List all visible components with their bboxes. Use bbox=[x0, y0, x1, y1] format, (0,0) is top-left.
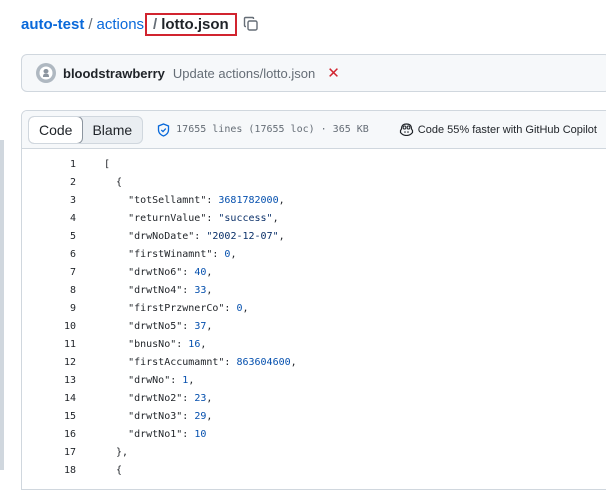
commit-message-link[interactable]: Update actions/lotto.json bbox=[173, 66, 315, 81]
code-content: 1[2 {3 "totSellamnt": 3681782000, 4 "retu… bbox=[22, 149, 606, 479]
copilot-promo-text: Code 55% faster with GitHub Copilot bbox=[417, 123, 597, 136]
code-line: 14 "drwtNo2": 23, bbox=[22, 389, 606, 407]
line-number[interactable]: 1 bbox=[22, 159, 76, 170]
commit-author-link[interactable]: bloodstrawberry bbox=[63, 66, 165, 81]
code-line: 9 "firstPrzwnerCo": 0, bbox=[22, 299, 606, 317]
tab-code[interactable]: Code bbox=[29, 116, 84, 143]
breadcrumb-separator: / bbox=[153, 15, 158, 33]
code-text: "firstWinamnt": 0, bbox=[104, 248, 237, 260]
line-number[interactable]: 13 bbox=[22, 375, 76, 386]
left-rail bbox=[0, 140, 4, 470]
line-number[interactable]: 7 bbox=[22, 267, 76, 278]
code-text: "totSellamnt": 3681782000, bbox=[104, 194, 285, 206]
line-number[interactable]: 16 bbox=[22, 429, 76, 440]
breadcrumb-separator: / bbox=[88, 15, 93, 33]
code-line: 6 "firstWinamnt": 0, bbox=[22, 245, 606, 263]
line-number[interactable]: 9 bbox=[22, 303, 76, 314]
code-blame-toggle: Code Blame bbox=[28, 115, 144, 144]
breadcrumb-file-name: lotto.json bbox=[161, 15, 229, 33]
code-line: 7 "drwtNo6": 40, bbox=[22, 263, 606, 281]
code-line: 16 "drwtNo1": 10 bbox=[22, 425, 606, 443]
github-avatar-icon[interactable] bbox=[36, 63, 56, 83]
line-number[interactable]: 12 bbox=[22, 357, 76, 368]
file-info: 17655 lines (17655 loc) · 365 KB bbox=[157, 122, 369, 137]
breadcrumb: auto-test / actions / lotto.json bbox=[21, 12, 260, 36]
line-number[interactable]: 6 bbox=[22, 249, 76, 260]
code-line: 15 "drwtNo3": 29, bbox=[22, 407, 606, 425]
latest-commit-bar: bloodstrawberry Update actions/lotto.jso… bbox=[21, 54, 606, 92]
code-line: 5 "drwNoDate": "2002-12-07", bbox=[22, 227, 606, 245]
line-number[interactable]: 14 bbox=[22, 393, 76, 404]
code-text: { bbox=[104, 464, 123, 476]
file-viewer: Code Blame 17655 lines (17655 loc) · 365… bbox=[21, 110, 606, 490]
line-number[interactable]: 17 bbox=[22, 447, 76, 458]
code-line: 1[ bbox=[22, 155, 606, 173]
code-line: 4 "returnValue": "success", bbox=[22, 209, 606, 227]
code-text: }, bbox=[104, 446, 129, 458]
code-text: "bnusNo": 16, bbox=[104, 338, 207, 350]
line-number[interactable]: 5 bbox=[22, 231, 76, 242]
line-number[interactable]: 8 bbox=[22, 285, 76, 296]
line-number[interactable]: 4 bbox=[22, 213, 76, 224]
code-line: 18 { bbox=[22, 461, 606, 479]
commit-status-failure-icon[interactable]: ✕ bbox=[327, 64, 340, 82]
line-number[interactable]: 10 bbox=[22, 321, 76, 332]
code-text: "firstPrzwnerCo": 0, bbox=[104, 302, 249, 314]
copilot-promo-link[interactable]: Code 55% faster with GitHub Copilot bbox=[399, 123, 597, 136]
code-line: 2 { bbox=[22, 173, 606, 191]
code-text: "drwtNo5": 37, bbox=[104, 320, 213, 332]
shield-check-icon bbox=[157, 122, 170, 137]
copy-icon[interactable] bbox=[242, 15, 260, 33]
info-separator: · bbox=[320, 124, 327, 135]
file-lines-info: 17655 lines (17655 loc) bbox=[176, 124, 315, 135]
code-line: 12 "firstAccumamnt": 863604600, bbox=[22, 353, 606, 371]
breadcrumb-current-file: / lotto.json bbox=[145, 12, 237, 36]
code-line: 3 "totSellamnt": 3681782000, bbox=[22, 191, 606, 209]
code-line: 11 "bnusNo": 16, bbox=[22, 335, 606, 353]
code-line: 17 }, bbox=[22, 443, 606, 461]
code-text: "drwNo": 1, bbox=[104, 374, 195, 386]
line-number[interactable]: 11 bbox=[22, 339, 76, 350]
copilot-icon bbox=[399, 123, 414, 136]
code-line: 8 "drwtNo4": 33, bbox=[22, 281, 606, 299]
code-line: 10 "drwtNo5": 37, bbox=[22, 317, 606, 335]
code-text: "drwtNo2": 23, bbox=[104, 392, 213, 404]
code-text: { bbox=[104, 176, 123, 188]
line-number[interactable]: 15 bbox=[22, 411, 76, 422]
line-number[interactable]: 3 bbox=[22, 195, 76, 206]
line-number[interactable]: 18 bbox=[22, 465, 76, 476]
code-text: "firstAccumamnt": 863604600, bbox=[104, 356, 297, 368]
code-text: "drwtNo4": 33, bbox=[104, 284, 213, 296]
code-text: "drwtNo1": 10 bbox=[104, 428, 207, 440]
tab-blame[interactable]: Blame bbox=[82, 117, 142, 143]
code-line: 13 "drwNo": 1, bbox=[22, 371, 606, 389]
breadcrumb-repo-link[interactable]: auto-test bbox=[21, 16, 84, 33]
code-text: "returnValue": "success", bbox=[104, 212, 279, 224]
code-text: "drwtNo3": 29, bbox=[104, 410, 213, 422]
code-text: "drwNoDate": "2002-12-07", bbox=[104, 230, 285, 242]
file-size: 365 KB bbox=[332, 124, 369, 135]
breadcrumb-folder-link[interactable]: actions bbox=[97, 16, 145, 33]
code-text: "drwtNo6": 40, bbox=[104, 266, 213, 278]
file-header: Code Blame 17655 lines (17655 loc) · 365… bbox=[22, 111, 606, 149]
line-number[interactable]: 2 bbox=[22, 177, 76, 188]
code-text: [ bbox=[104, 158, 111, 170]
